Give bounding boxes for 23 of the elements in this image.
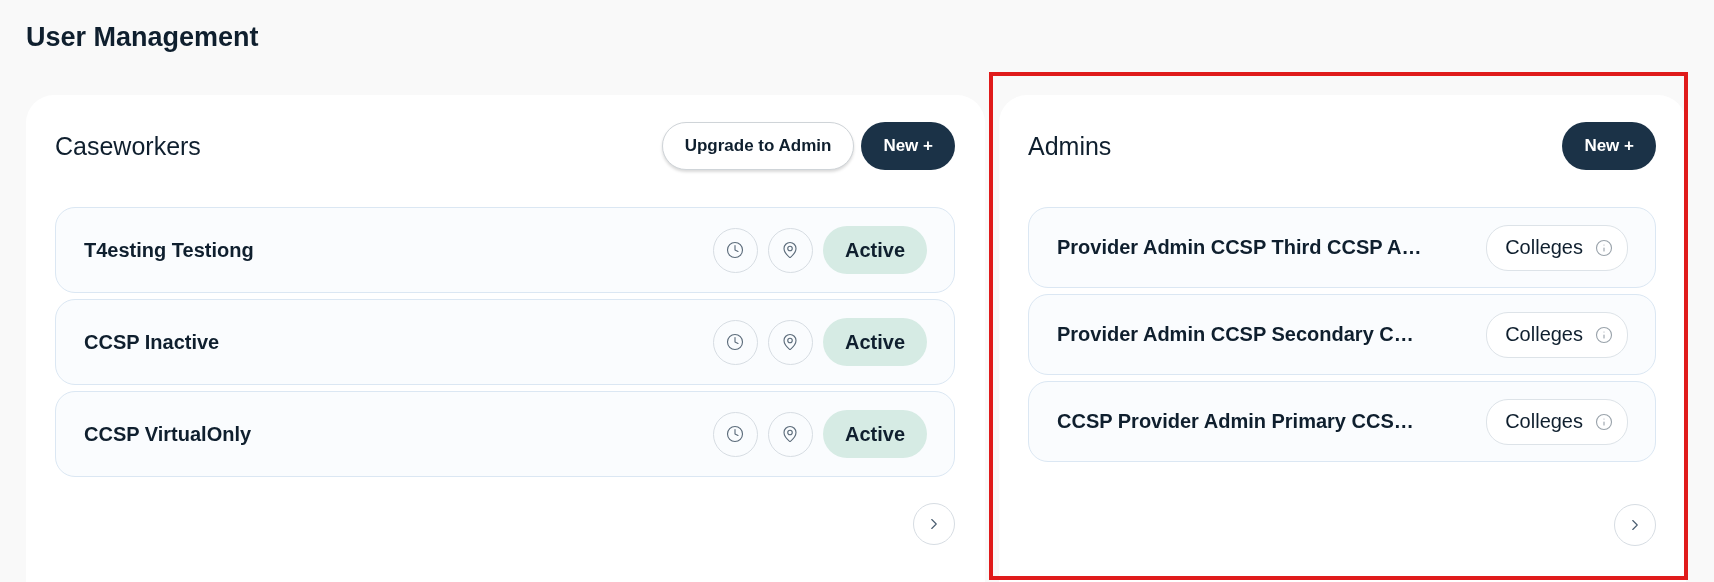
user-name: Provider Admin CCSP Third CCSP A… — [1057, 236, 1422, 259]
colleges-tag[interactable]: Colleges — [1486, 311, 1628, 358]
info-icon[interactable] — [1595, 238, 1613, 257]
user-name: Provider Admin CCSP Secondary C… — [1057, 323, 1414, 346]
new-button[interactable]: New + — [1562, 122, 1656, 170]
next-page-button[interactable] — [913, 503, 955, 545]
next-page-button[interactable] — [1614, 504, 1656, 546]
status-badge: Active — [822, 318, 927, 366]
colleges-tag[interactable]: Colleges — [1486, 398, 1628, 445]
status-badge: Active — [822, 410, 927, 458]
user-name: T4esting Testiong — [84, 238, 254, 262]
user-name: CCSP Provider Admin Primary CCS… — [1057, 410, 1414, 433]
page-title: User Management — [26, 22, 259, 53]
info-icon[interactable] — [1595, 412, 1613, 431]
panel-title: Caseworkers — [55, 131, 201, 161]
status-badge: Active — [822, 226, 927, 274]
colleges-tag[interactable]: Colleges — [1486, 224, 1628, 271]
info-icon[interactable] — [1595, 325, 1613, 344]
user-name: CCSP Inactive — [84, 330, 220, 354]
panel-title: Admins — [1028, 131, 1112, 161]
new-button[interactable]: New + — [861, 122, 955, 170]
user-name: CCSP VirtualOnly — [84, 422, 252, 446]
upgrade-button[interactable]: Upgrade to Admin — [661, 122, 855, 170]
